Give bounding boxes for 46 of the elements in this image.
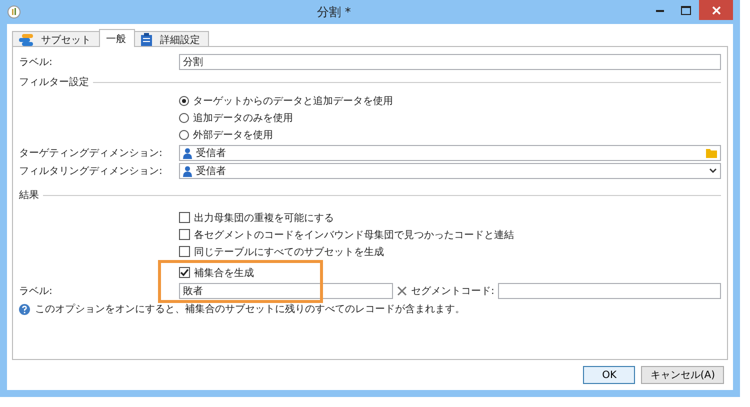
field-label: ラベル: — [19, 285, 54, 298]
field-label: セグメントコード: — [411, 285, 494, 298]
tab[interactable]: 詳細設定 — [134, 31, 209, 47]
dialog-button[interactable]: キャンセル(A) — [641, 366, 724, 384]
checkbox[interactable] — [179, 229, 190, 240]
targeting-field[interactable]: 受信者 — [179, 145, 721, 161]
segment-code-field[interactable] — [498, 283, 721, 299]
field-label: ラベル: — [19, 56, 54, 69]
section-heading: 結果 — [19, 189, 39, 202]
radio-button[interactable] — [179, 96, 189, 106]
clear-icon[interactable] — [397, 286, 407, 296]
radio-button[interactable] — [179, 130, 189, 140]
stack-icon — [19, 34, 33, 46]
close-button[interactable] — [699, 0, 733, 20]
radio-label: 追加データのみを使用 — [193, 112, 293, 124]
tab[interactable]: サブセット — [12, 31, 100, 47]
label-field[interactable]: 分割 — [179, 54, 721, 70]
checkmark-icon — [180, 268, 189, 277]
checkbox[interactable] — [179, 212, 190, 223]
minimize-icon — [656, 8, 664, 12]
field-label: フィルタリングディメンション: — [19, 165, 164, 178]
checkbox-label: 同じテーブルにすべてのサブセットを生成 — [194, 246, 384, 258]
clipboard-icon — [141, 33, 152, 46]
person-icon — [183, 166, 192, 176]
radio-label: 外部データを使用 — [193, 128, 273, 142]
checkbox[interactable] — [179, 267, 190, 278]
window-title: 分割 * — [316, 4, 352, 20]
tab[interactable]: 一般 — [99, 29, 135, 47]
checkbox-label: 出力母集団の重複を可能にする — [194, 212, 334, 224]
caret-icon[interactable] — [709, 168, 717, 174]
info-text: このオプションをオンにすると、補集合のサブセットに残りのすべてのレコードが含まれます。 — [35, 302, 465, 316]
radio-button[interactable] — [179, 112, 189, 122]
checkbox-label: 補集合を生成 — [194, 266, 254, 280]
checkbox-label: 各セグメントのコードをインバウンド母集団で見つかったコードと連結 — [194, 228, 514, 242]
filtering-dropdown[interactable]: 受信者 — [179, 163, 721, 179]
radio-label: ターゲットからのデータと追加データを使用 — [193, 94, 393, 108]
app-icon — [7, 5, 21, 19]
maximize-icon — [681, 6, 691, 14]
checkbox[interactable] — [179, 246, 190, 257]
section-heading: フィルター設定 — [19, 76, 89, 89]
person-icon — [183, 148, 192, 158]
field-label: ターゲティングディメンション: — [19, 147, 164, 160]
close-icon — [712, 6, 720, 14]
complement-label-field[interactable]: 敗者 — [179, 283, 393, 299]
dialog-button[interactable]: OK — [583, 366, 636, 384]
help-icon — [19, 304, 30, 314]
